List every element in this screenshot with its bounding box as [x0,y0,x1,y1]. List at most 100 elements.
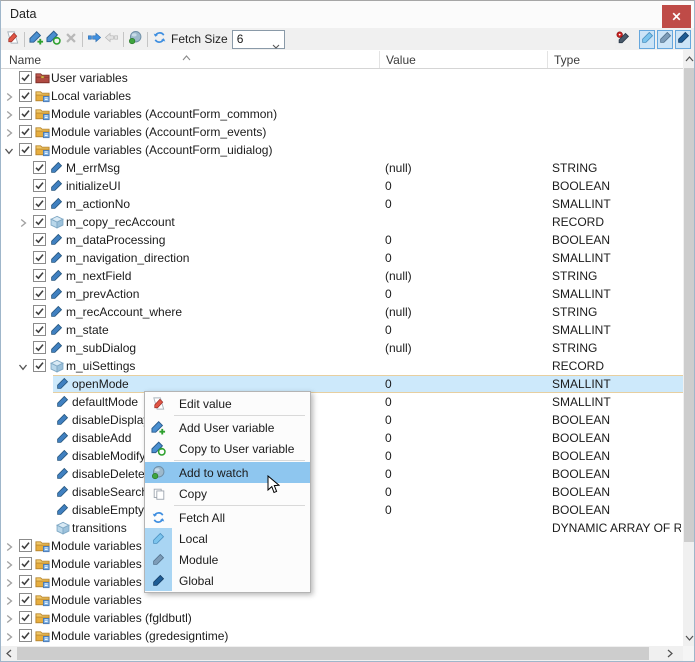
show-global-button[interactable] [675,29,691,49]
column-divider[interactable] [379,51,380,68]
tree-row[interactable]: m_actionNo 0 SMALLINT [1,195,683,213]
column-divider[interactable] [547,51,548,68]
tree-row[interactable]: m_copy_recAccount RECORD [1,213,683,231]
chevron-down-icon[interactable] [18,361,28,375]
row-checkbox[interactable] [19,539,32,555]
horizontal-scrollbar-thumb[interactable] [17,647,649,660]
menu-item-edit-value[interactable]: Edit value [145,393,310,414]
menu-item-module[interactable]: Module [145,549,310,570]
tree-row[interactable]: Module variables (AccountForm_uidialog) [1,141,683,159]
delete-variable-button[interactable] [62,30,79,48]
menu-item-add-to-watch[interactable]: Add to watch [145,462,310,483]
row-checkbox[interactable] [19,611,32,627]
tree-row[interactable]: Module variables [1,555,683,573]
row-checkbox[interactable] [19,575,32,591]
row-checkbox[interactable] [33,197,46,213]
edit-breakpoint-button[interactable] [615,29,631,49]
tree-row[interactable]: m_nextField (null) STRING [1,267,683,285]
tree-row[interactable]: m_recAccount_where (null) STRING [1,303,683,321]
chevron-right-icon[interactable] [4,577,14,591]
tree-row[interactable]: M_errMsg (null) STRING [1,159,683,177]
tree-row[interactable]: Module variables [1,591,683,609]
column-header-value[interactable]: Value [386,53,416,67]
row-checkbox[interactable] [33,251,46,267]
row-checkbox[interactable] [19,107,32,123]
tree-row[interactable]: Module variables [1,537,683,555]
row-checkbox[interactable] [33,179,46,195]
row-checkbox[interactable] [33,359,46,375]
show-module-button[interactable] [657,29,673,49]
tree-row[interactable]: disableSearch 0 BOOLEAN [1,483,683,501]
tree-row[interactable]: Module variables (AccountForm_common) [1,105,683,123]
row-checkbox[interactable] [33,305,46,321]
menu-item-fetch-all[interactable]: Fetch All [145,507,310,528]
menu-item-add-user-variable[interactable]: Add User variable [145,417,310,438]
row-checkbox[interactable] [19,71,32,87]
row-checkbox[interactable] [19,89,32,105]
menu-item-copy[interactable]: Copy [145,483,310,504]
tree-row[interactable]: Module variables (gredesigntime) [1,627,683,645]
tree-row[interactable]: m_subDialog (null) STRING [1,339,683,357]
tree-row[interactable]: m_navigation_direction 0 SMALLINT [1,249,683,267]
horizontal-scrollbar[interactable] [1,646,683,661]
row-checkbox[interactable] [19,143,32,159]
menu-item-global[interactable]: Global [145,570,310,591]
close-button[interactable] [662,5,691,28]
tree-row[interactable]: Module variables (fgldbutl) [1,609,683,627]
tree-row[interactable]: m_uiSettings RECORD [1,357,683,375]
tree-row[interactable]: User variables [1,69,683,87]
row-checkbox[interactable] [19,557,32,573]
tree-row[interactable]: m_prevAction 0 SMALLINT [1,285,683,303]
tree-row[interactable]: disableDelete 0 BOOLEAN [1,465,683,483]
row-checkbox[interactable] [33,233,46,249]
chevron-right-icon[interactable] [4,595,14,609]
next-button[interactable] [86,30,103,48]
vertical-scrollbar[interactable] [683,50,694,646]
row-checkbox[interactable] [33,323,46,339]
chevron-right-icon[interactable] [4,613,14,627]
row-checkbox[interactable] [19,629,32,645]
fetch-button[interactable] [151,30,168,48]
column-header-name[interactable]: Name [9,53,41,67]
copy-to-user-variable-button[interactable] [45,30,62,48]
fetch-size-select[interactable]: 6 [231,29,285,49]
tree-row[interactable]: disableAdd 0 BOOLEAN [1,429,683,447]
row-checkbox[interactable] [33,269,46,285]
add-to-watch-button[interactable] [127,30,144,48]
tree-row[interactable]: openMode 0 SMALLINT [1,375,683,393]
scroll-left-icon[interactable] [1,646,16,661]
column-header-type[interactable]: Type [554,53,580,67]
chevron-down-icon[interactable] [4,145,14,159]
chevron-right-icon[interactable] [18,217,28,231]
row-checkbox[interactable] [33,161,46,177]
tree-row[interactable]: defaultMode 0 SMALLINT [1,393,683,411]
chevron-right-icon[interactable] [4,127,14,141]
tree-row[interactable]: Module variables [1,573,683,591]
chevron-right-icon[interactable] [4,559,14,573]
chevron-right-icon[interactable] [4,631,14,645]
scroll-down-icon[interactable] [683,629,694,646]
row-checkbox[interactable] [19,125,32,141]
tree-row[interactable]: initializeUI 0 BOOLEAN [1,177,683,195]
menu-item-copy-to-user-variable[interactable]: Copy to User variable [145,438,310,459]
chevron-right-icon[interactable] [4,109,14,123]
tree-row[interactable]: transitions DYNAMIC ARRAY OF RECORD [1,519,683,537]
tree-row[interactable]: m_dataProcessing 0 BOOLEAN [1,231,683,249]
row-checkbox[interactable] [33,287,46,303]
tree-row[interactable]: disableDisplay 0 BOOLEAN [1,411,683,429]
vertical-scrollbar-thumb[interactable] [684,68,694,542]
scroll-right-icon[interactable] [662,646,677,661]
chevron-right-icon[interactable] [4,91,14,105]
add-user-variable-button[interactable] [28,30,45,48]
row-checkbox[interactable] [33,215,46,231]
tree-row[interactable]: Local variables [1,87,683,105]
previous-button[interactable] [103,30,120,48]
tree-row[interactable]: Module variables (AccountForm_events) [1,123,683,141]
row-checkbox[interactable] [33,341,46,357]
scroll-up-icon[interactable] [683,50,694,67]
chevron-right-icon[interactable] [4,541,14,555]
show-local-button[interactable] [639,29,655,49]
tree-row[interactable]: disableModify 0 BOOLEAN [1,447,683,465]
menu-item-local[interactable]: Local [145,528,310,549]
row-checkbox[interactable] [19,593,32,609]
